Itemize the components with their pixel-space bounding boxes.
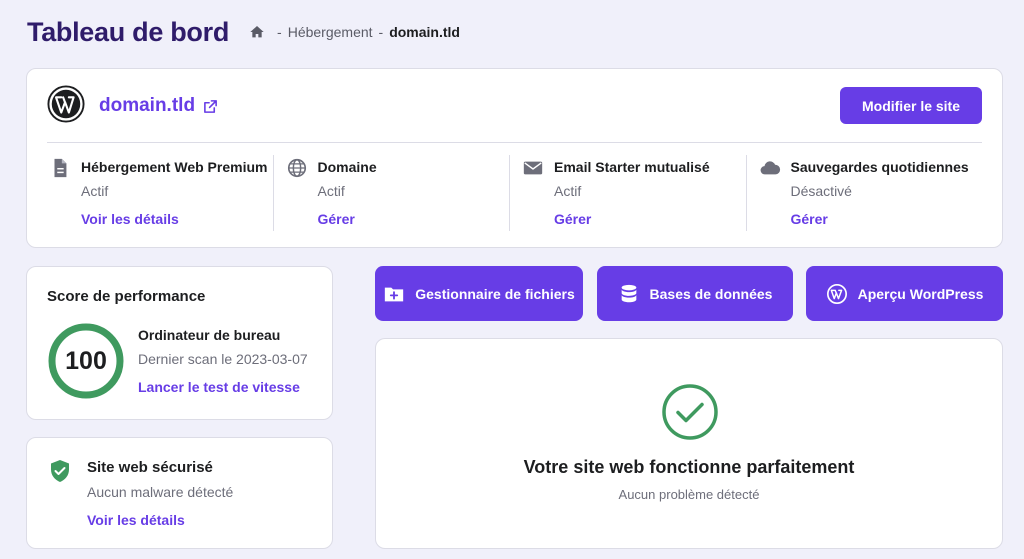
service-domain: Domaine Actif Gérer [272,155,510,231]
mail-icon [522,157,544,179]
home-icon[interactable] [249,24,265,40]
breadcrumb-separator: - [378,24,384,40]
last-scan-date: Dernier scan le 2023-03-07 [138,351,308,367]
status-title: Votre site web fonctionne parfaitement [523,457,855,477]
security-card: Site web sécurisé Aucun malware détecté … [26,437,333,549]
site-card: domain.tld Modifier le site Hébergement … [26,68,1003,248]
service-title: Email Starter mutualisé [554,159,710,175]
service-title: Domaine [317,159,377,175]
service-backups: Sauvegardes quotidiennes Désactivé Gérer [745,155,983,231]
breadcrumb-separator: - [277,24,282,40]
site-domain-link[interactable]: domain.tld [99,95,195,117]
wordpress-overview-button[interactable]: Aperçu WordPress [806,266,1003,321]
service-status: Actif [554,183,582,199]
database-icon [618,283,640,305]
external-link-icon[interactable] [203,99,218,114]
service-title: Hébergement Web Premium [81,159,268,175]
security-details-link[interactable]: Voir les détails [87,512,185,528]
wordpress-overview-label: Aperçu WordPress [857,285,984,302]
file-manager-label: Gestionnaire de fichiers [415,285,575,302]
service-status: Actif [81,183,109,199]
wordpress-icon [826,283,848,305]
service-status: Actif [317,183,345,199]
wordpress-logo-icon [47,84,85,128]
file-manager-button[interactable]: Gestionnaire de fichiers [375,266,583,321]
performance-title: Score de performance [47,288,206,305]
globe-icon [286,157,308,179]
service-manage-link[interactable]: Gérer [554,211,591,227]
edit-site-button[interactable]: Modifier le site [840,87,982,124]
databases-label: Bases de données [649,285,773,302]
performance-card: Score de performance 100 Ordinateur de b… [26,266,333,420]
service-details-link[interactable]: Voir les détails [81,211,179,227]
services-list: Hébergement Web Premium Actif Voir les d… [47,155,982,231]
security-title: Site web sécurisé [87,459,213,476]
service-manage-link[interactable]: Gérer [318,211,355,227]
service-email: Email Starter mutualisé Actif Gérer [509,155,746,231]
service-title: Sauvegardes quotidiennes [790,159,969,175]
status-subtitle: Aucun problème détecté [618,487,760,502]
performance-device: Ordinateur de bureau [138,327,281,343]
service-manage-link[interactable]: Gérer [791,211,828,227]
breadcrumb-parent[interactable]: Hébergement [288,24,373,40]
document-icon [49,157,71,179]
performance-score: 100 [65,346,107,375]
service-hosting: Hébergement Web Premium Actif Voir les d… [47,155,273,231]
site-status-card: Votre site web fonctionne parfaitement A… [375,338,1003,549]
cloud-icon [759,157,781,179]
breadcrumb: - Hébergement - domain.tld [249,24,460,40]
page-title: Tableau de bord [27,16,230,47]
breadcrumb-current: domain.tld [389,24,460,40]
service-status: Désactivé [790,183,852,199]
folder-plus-icon [383,283,405,305]
databases-button[interactable]: Bases de données [597,266,793,321]
security-info: Site web sécurisé Aucun malware détecté … [87,459,233,530]
performance-info: Ordinateur de bureau Dernier scan le 202… [138,327,308,397]
site-header: domain.tld Modifier le site [47,84,982,128]
page-header: Tableau de bord - Hébergement - domain.t… [27,14,460,50]
security-subtitle: Aucun malware détecté [87,484,234,500]
divider [47,142,982,143]
run-speed-test-link[interactable]: Lancer le test de vitesse [138,379,300,395]
